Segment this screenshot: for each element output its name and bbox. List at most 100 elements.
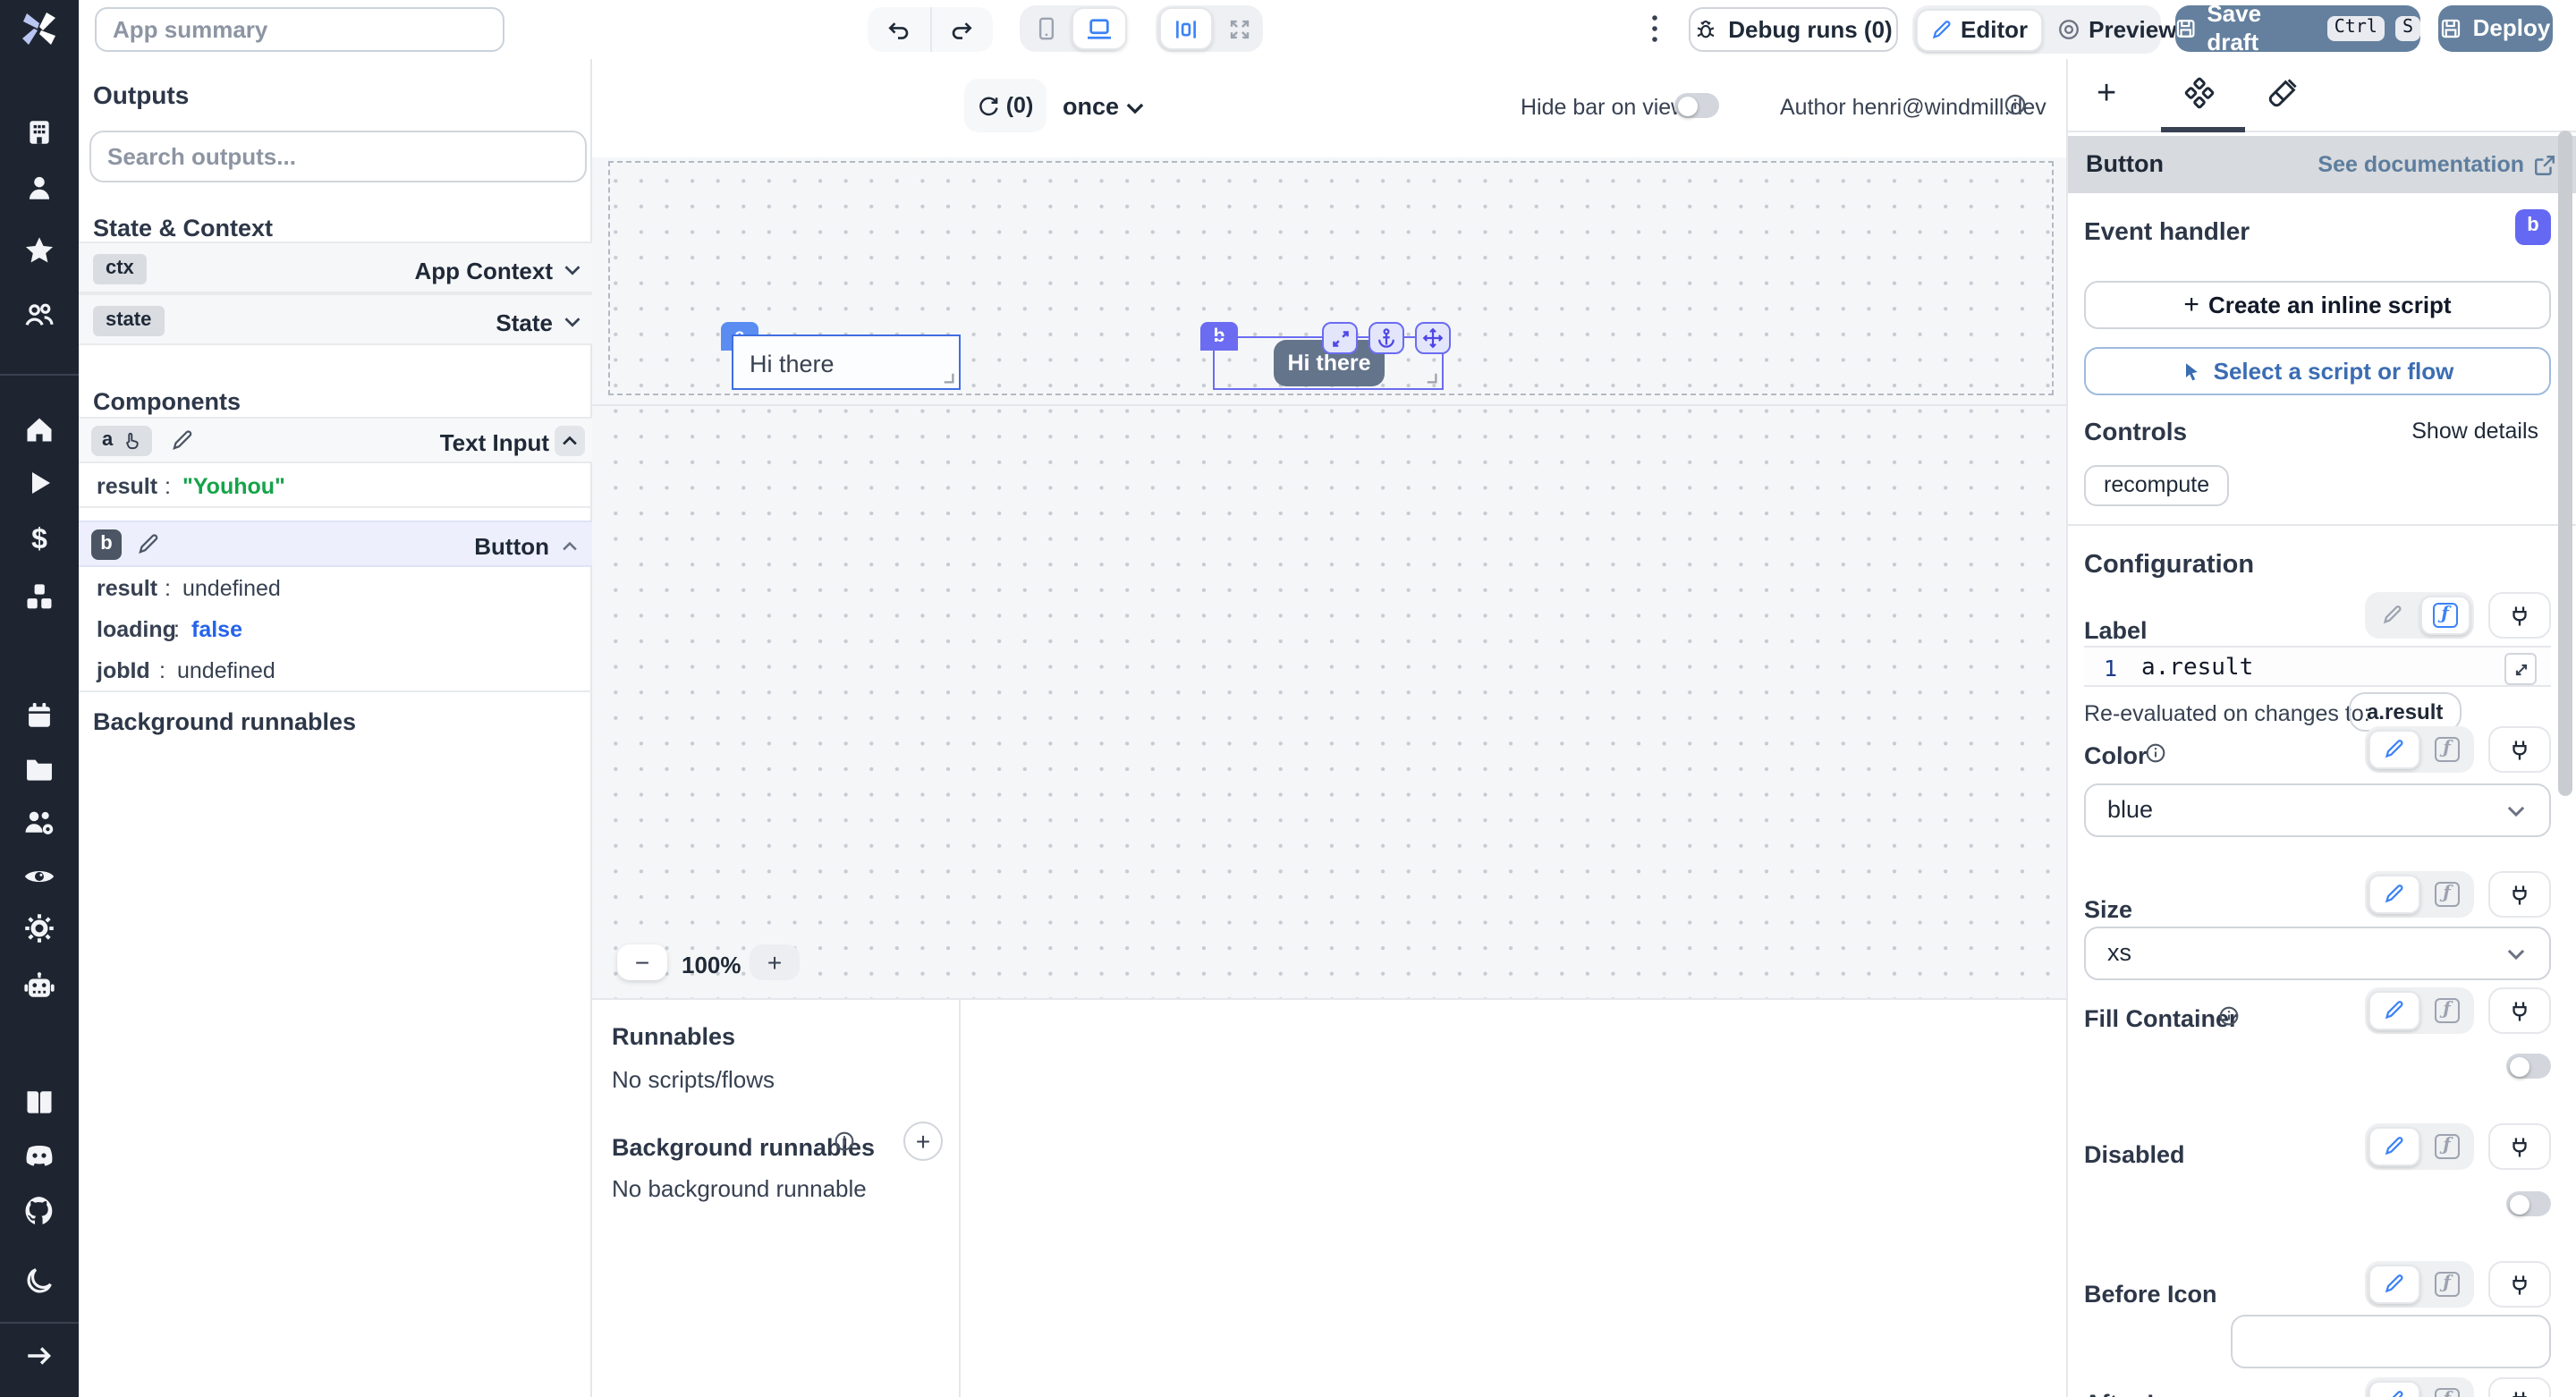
connect-plug-button[interactable] bbox=[2488, 726, 2551, 773]
workspace-building-icon[interactable] bbox=[24, 117, 55, 148]
collapse-b-chevron-icon[interactable] bbox=[560, 537, 580, 556]
connect-plug-button[interactable] bbox=[2488, 987, 2551, 1034]
workers-users-icon[interactable] bbox=[22, 806, 56, 840]
anchor-component-button[interactable] bbox=[1368, 322, 1404, 354]
desktop-view-button[interactable] bbox=[1072, 7, 1127, 50]
select-script-button[interactable]: Select a script or flow bbox=[2084, 347, 2551, 395]
debug-runs-button[interactable]: Debug runs (0) bbox=[1689, 7, 1898, 52]
function-mode-icon[interactable]: ƒ bbox=[2423, 1383, 2470, 1397]
static-mode-pencil-icon[interactable] bbox=[2368, 991, 2419, 1030]
windmill-logo[interactable] bbox=[18, 7, 61, 50]
discord-icon[interactable] bbox=[22, 1139, 56, 1173]
component-b-row[interactable]: b Button bbox=[79, 521, 592, 567]
edit-id-pencil-icon[interactable] bbox=[170, 429, 193, 453]
groups-icon[interactable] bbox=[23, 299, 55, 331]
resources-cubes-icon[interactable] bbox=[23, 581, 55, 614]
audit-eye-icon[interactable] bbox=[22, 859, 56, 893]
component-a-row[interactable]: a Text Input bbox=[79, 417, 592, 463]
connect-plug-button[interactable] bbox=[2488, 1377, 2551, 1397]
insert-component-tab[interactable]: + bbox=[2097, 75, 2116, 116]
app-summary-input[interactable] bbox=[95, 6, 504, 51]
size-select[interactable]: xs bbox=[2084, 927, 2551, 980]
mobile-view-button[interactable] bbox=[1023, 9, 1070, 48]
deploy-button[interactable]: Deploy bbox=[2438, 5, 2553, 52]
refresh-button[interactable]: (0) bbox=[964, 79, 1046, 132]
resize-handle[interactable] bbox=[943, 372, 955, 385]
panel-scrollbar[interactable] bbox=[2558, 131, 2572, 796]
function-mode-icon[interactable]: ƒ bbox=[2423, 1129, 2470, 1164]
event-badge[interactable]: b bbox=[2515, 209, 2551, 245]
settings-gear-icon[interactable] bbox=[23, 912, 55, 944]
ctx-row[interactable]: ctx App Context bbox=[79, 241, 592, 293]
edit-id-pencil-icon[interactable] bbox=[136, 533, 159, 556]
chevron-down-icon[interactable] bbox=[562, 259, 583, 281]
zoom-out-button[interactable]: − bbox=[617, 944, 667, 980]
function-mode-icon[interactable]: ƒ bbox=[2423, 732, 2470, 767]
ai-robot-icon[interactable] bbox=[22, 970, 56, 1004]
expand-component-button[interactable] bbox=[1322, 322, 1358, 354]
hide-bar-toggle[interactable] bbox=[1674, 93, 1719, 118]
docs-book-icon[interactable] bbox=[23, 1086, 55, 1118]
expand-editor-button[interactable] bbox=[2504, 653, 2537, 685]
connect-plug-button[interactable] bbox=[2488, 592, 2551, 639]
collapse-a-button[interactable] bbox=[555, 426, 585, 456]
runs-play-icon[interactable] bbox=[25, 469, 54, 497]
styling-tab[interactable] bbox=[2267, 77, 2299, 109]
github-icon[interactable] bbox=[22, 1194, 56, 1228]
disabled-toggle[interactable] bbox=[2506, 1191, 2551, 1216]
app-canvas[interactable]: a Hi there b Hi there bbox=[592, 157, 2066, 998]
refresh-mode-select[interactable]: once bbox=[1063, 93, 1119, 122]
schedules-calendar-icon[interactable] bbox=[24, 700, 55, 731]
static-mode-pencil-icon[interactable] bbox=[2368, 1265, 2419, 1304]
static-mode-pencil-icon[interactable] bbox=[2368, 730, 2419, 769]
home-icon[interactable] bbox=[23, 413, 55, 445]
preview-tab[interactable]: Preview bbox=[2044, 10, 2189, 49]
info-icon[interactable] bbox=[2218, 1005, 2240, 1027]
state-row[interactable]: state State bbox=[79, 293, 592, 345]
collapse-arrow-icon[interactable] bbox=[24, 1341, 55, 1371]
folders-icon[interactable] bbox=[23, 753, 55, 785]
editor-tab[interactable]: Editor bbox=[1916, 8, 2043, 51]
resize-handle[interactable] bbox=[1426, 372, 1438, 385]
user-icon[interactable] bbox=[24, 173, 55, 203]
show-details-link[interactable]: Show details bbox=[2411, 419, 2538, 445]
undo-button[interactable] bbox=[868, 7, 931, 52]
static-mode-pencil-icon[interactable] bbox=[2368, 597, 2416, 633]
info-icon[interactable] bbox=[834, 1130, 855, 1152]
fullwidth-layout-button[interactable] bbox=[1215, 9, 1265, 48]
connect-plug-button[interactable] bbox=[2488, 871, 2551, 918]
function-mode-icon[interactable]: ƒ bbox=[2423, 1266, 2470, 1302]
see-documentation-link[interactable]: See documentation bbox=[2318, 151, 2524, 178]
connect-plug-button[interactable] bbox=[2488, 1261, 2551, 1308]
color-select[interactable]: blue bbox=[2084, 783, 2551, 837]
textinput-value[interactable]: Hi there bbox=[750, 351, 835, 379]
save-draft-button[interactable]: Save draft Ctrl S bbox=[2175, 1, 2420, 55]
function-mode-icon[interactable]: ƒ bbox=[2423, 876, 2470, 912]
before-icon-input[interactable] bbox=[2231, 1315, 2551, 1368]
connect-plug-button[interactable] bbox=[2488, 1123, 2551, 1170]
move-component-button[interactable] bbox=[1415, 322, 1451, 354]
static-mode-pencil-icon[interactable] bbox=[2368, 1381, 2419, 1397]
search-outputs-input[interactable] bbox=[89, 131, 587, 182]
static-mode-pencil-icon[interactable] bbox=[2368, 1127, 2419, 1166]
component-a-textinput[interactable]: Hi there bbox=[732, 334, 961, 390]
recompute-chip[interactable]: recompute bbox=[2084, 465, 2230, 506]
info-icon[interactable] bbox=[2145, 742, 2166, 764]
center-layout-button[interactable] bbox=[1159, 7, 1213, 50]
external-link-icon[interactable] bbox=[2533, 153, 2556, 176]
chevron-down-icon[interactable] bbox=[562, 311, 583, 333]
code-content[interactable]: a.result bbox=[2141, 655, 2253, 682]
add-background-runnable-button[interactable]: + bbox=[903, 1122, 943, 1161]
function-mode-icon[interactable]: ƒ bbox=[2419, 596, 2470, 635]
settings-tab[interactable] bbox=[2182, 77, 2216, 111]
favorites-star-icon[interactable] bbox=[23, 234, 55, 267]
label-code-editor[interactable]: 1 a.result bbox=[2084, 646, 2551, 687]
zoom-in-button[interactable]: + bbox=[750, 944, 800, 980]
function-mode-icon[interactable]: ƒ bbox=[2423, 993, 2470, 1029]
pricing-dollar-icon[interactable]: $ bbox=[31, 523, 47, 557]
more-menu-button[interactable] bbox=[1642, 13, 1667, 45]
fill-container-toggle[interactable] bbox=[2506, 1054, 2551, 1079]
redo-button[interactable] bbox=[931, 7, 993, 52]
chevron-down-icon[interactable] bbox=[1123, 97, 1147, 120]
create-inline-script-button[interactable]: + Create an inline script bbox=[2084, 281, 2551, 329]
